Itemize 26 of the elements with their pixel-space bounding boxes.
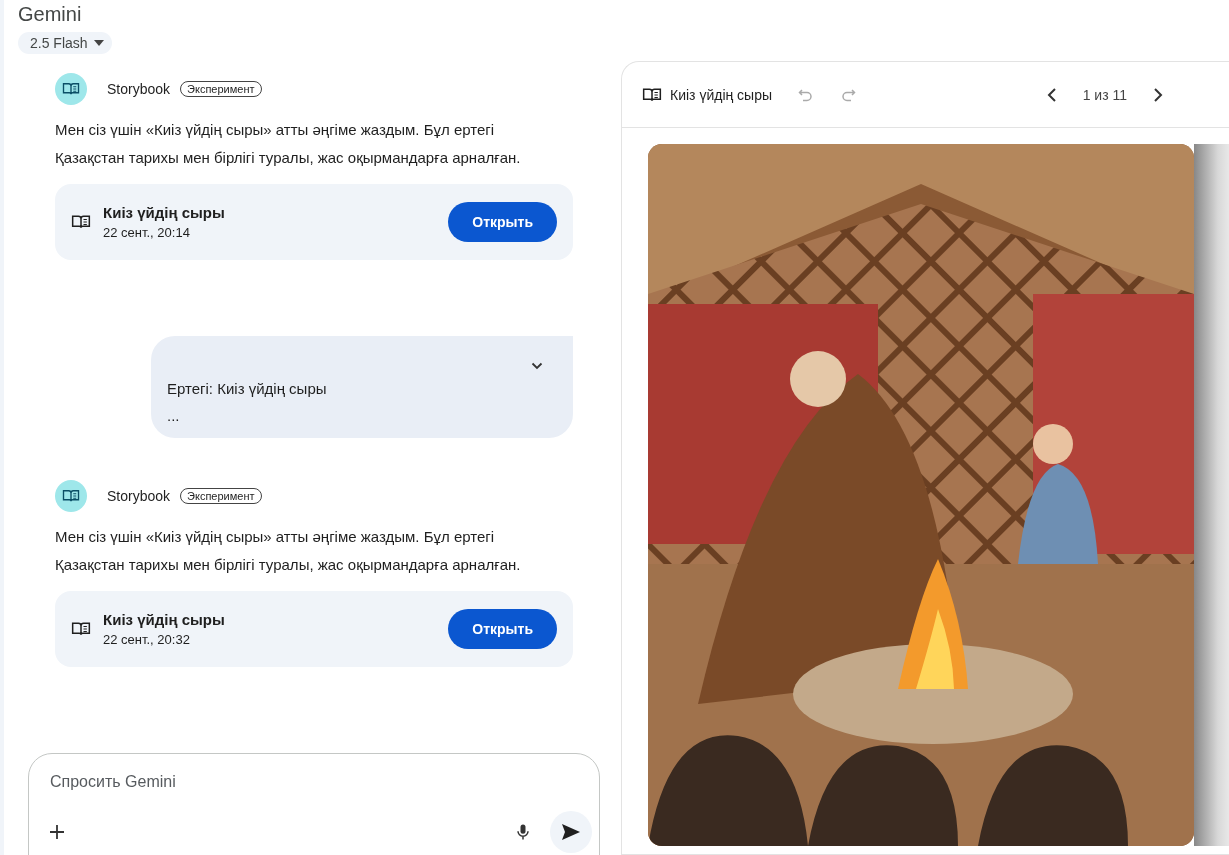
sender-name: Storybook xyxy=(107,488,171,504)
prompt-field[interactable]: Спросить Gemini xyxy=(48,772,452,792)
undo-icon xyxy=(798,86,815,103)
app-title: Gemini xyxy=(18,2,83,26)
page-counter: 1 из 11 xyxy=(1082,86,1127,103)
send-button[interactable] xyxy=(550,811,592,853)
send-icon xyxy=(561,823,581,841)
response-text: Мен сіз үшін «Киіз үйдің сыры» атты әңгіме жаздым. Бұл ертегі Қазақстан тарихы мен бірлігі туралы, жас оқырмандарға арналған. xyxy=(55,527,522,575)
open-button[interactable]: Открыть xyxy=(448,202,557,242)
caret-icon xyxy=(93,40,104,46)
chevron-left-icon xyxy=(1046,87,1057,102)
ellipsis-text: ... xyxy=(167,407,181,424)
viewer-title: Киіз үйдің сыры xyxy=(670,86,773,103)
redo-icon xyxy=(840,86,857,103)
chevron-icon[interactable] xyxy=(531,362,543,370)
chevron-right-icon xyxy=(1153,87,1163,102)
story-date: 22 сент., 20:32 xyxy=(103,632,191,647)
story-title: Киіз үйдің сыры xyxy=(103,611,226,628)
plus-icon[interactable] xyxy=(47,822,67,842)
model-selector[interactable]: 2.5 Flash xyxy=(18,32,112,54)
story-title: Киіз үйдің сыры xyxy=(103,204,226,221)
open-button[interactable]: Открыть xyxy=(448,609,557,649)
message-text: Ертегі: Киіз үйдің сыры xyxy=(167,380,328,397)
response-text: Мен сіз үшін «Киіз үйдің сыры» атты әңгіме жаздым. Бұл ертегі Қазақстан тарихы мен бірлігі туралы, жас оқырмандарға арналған. xyxy=(55,120,522,168)
sender-name: Storybook xyxy=(107,81,171,97)
story-date: 22 сент., 20:14 xyxy=(103,225,191,240)
